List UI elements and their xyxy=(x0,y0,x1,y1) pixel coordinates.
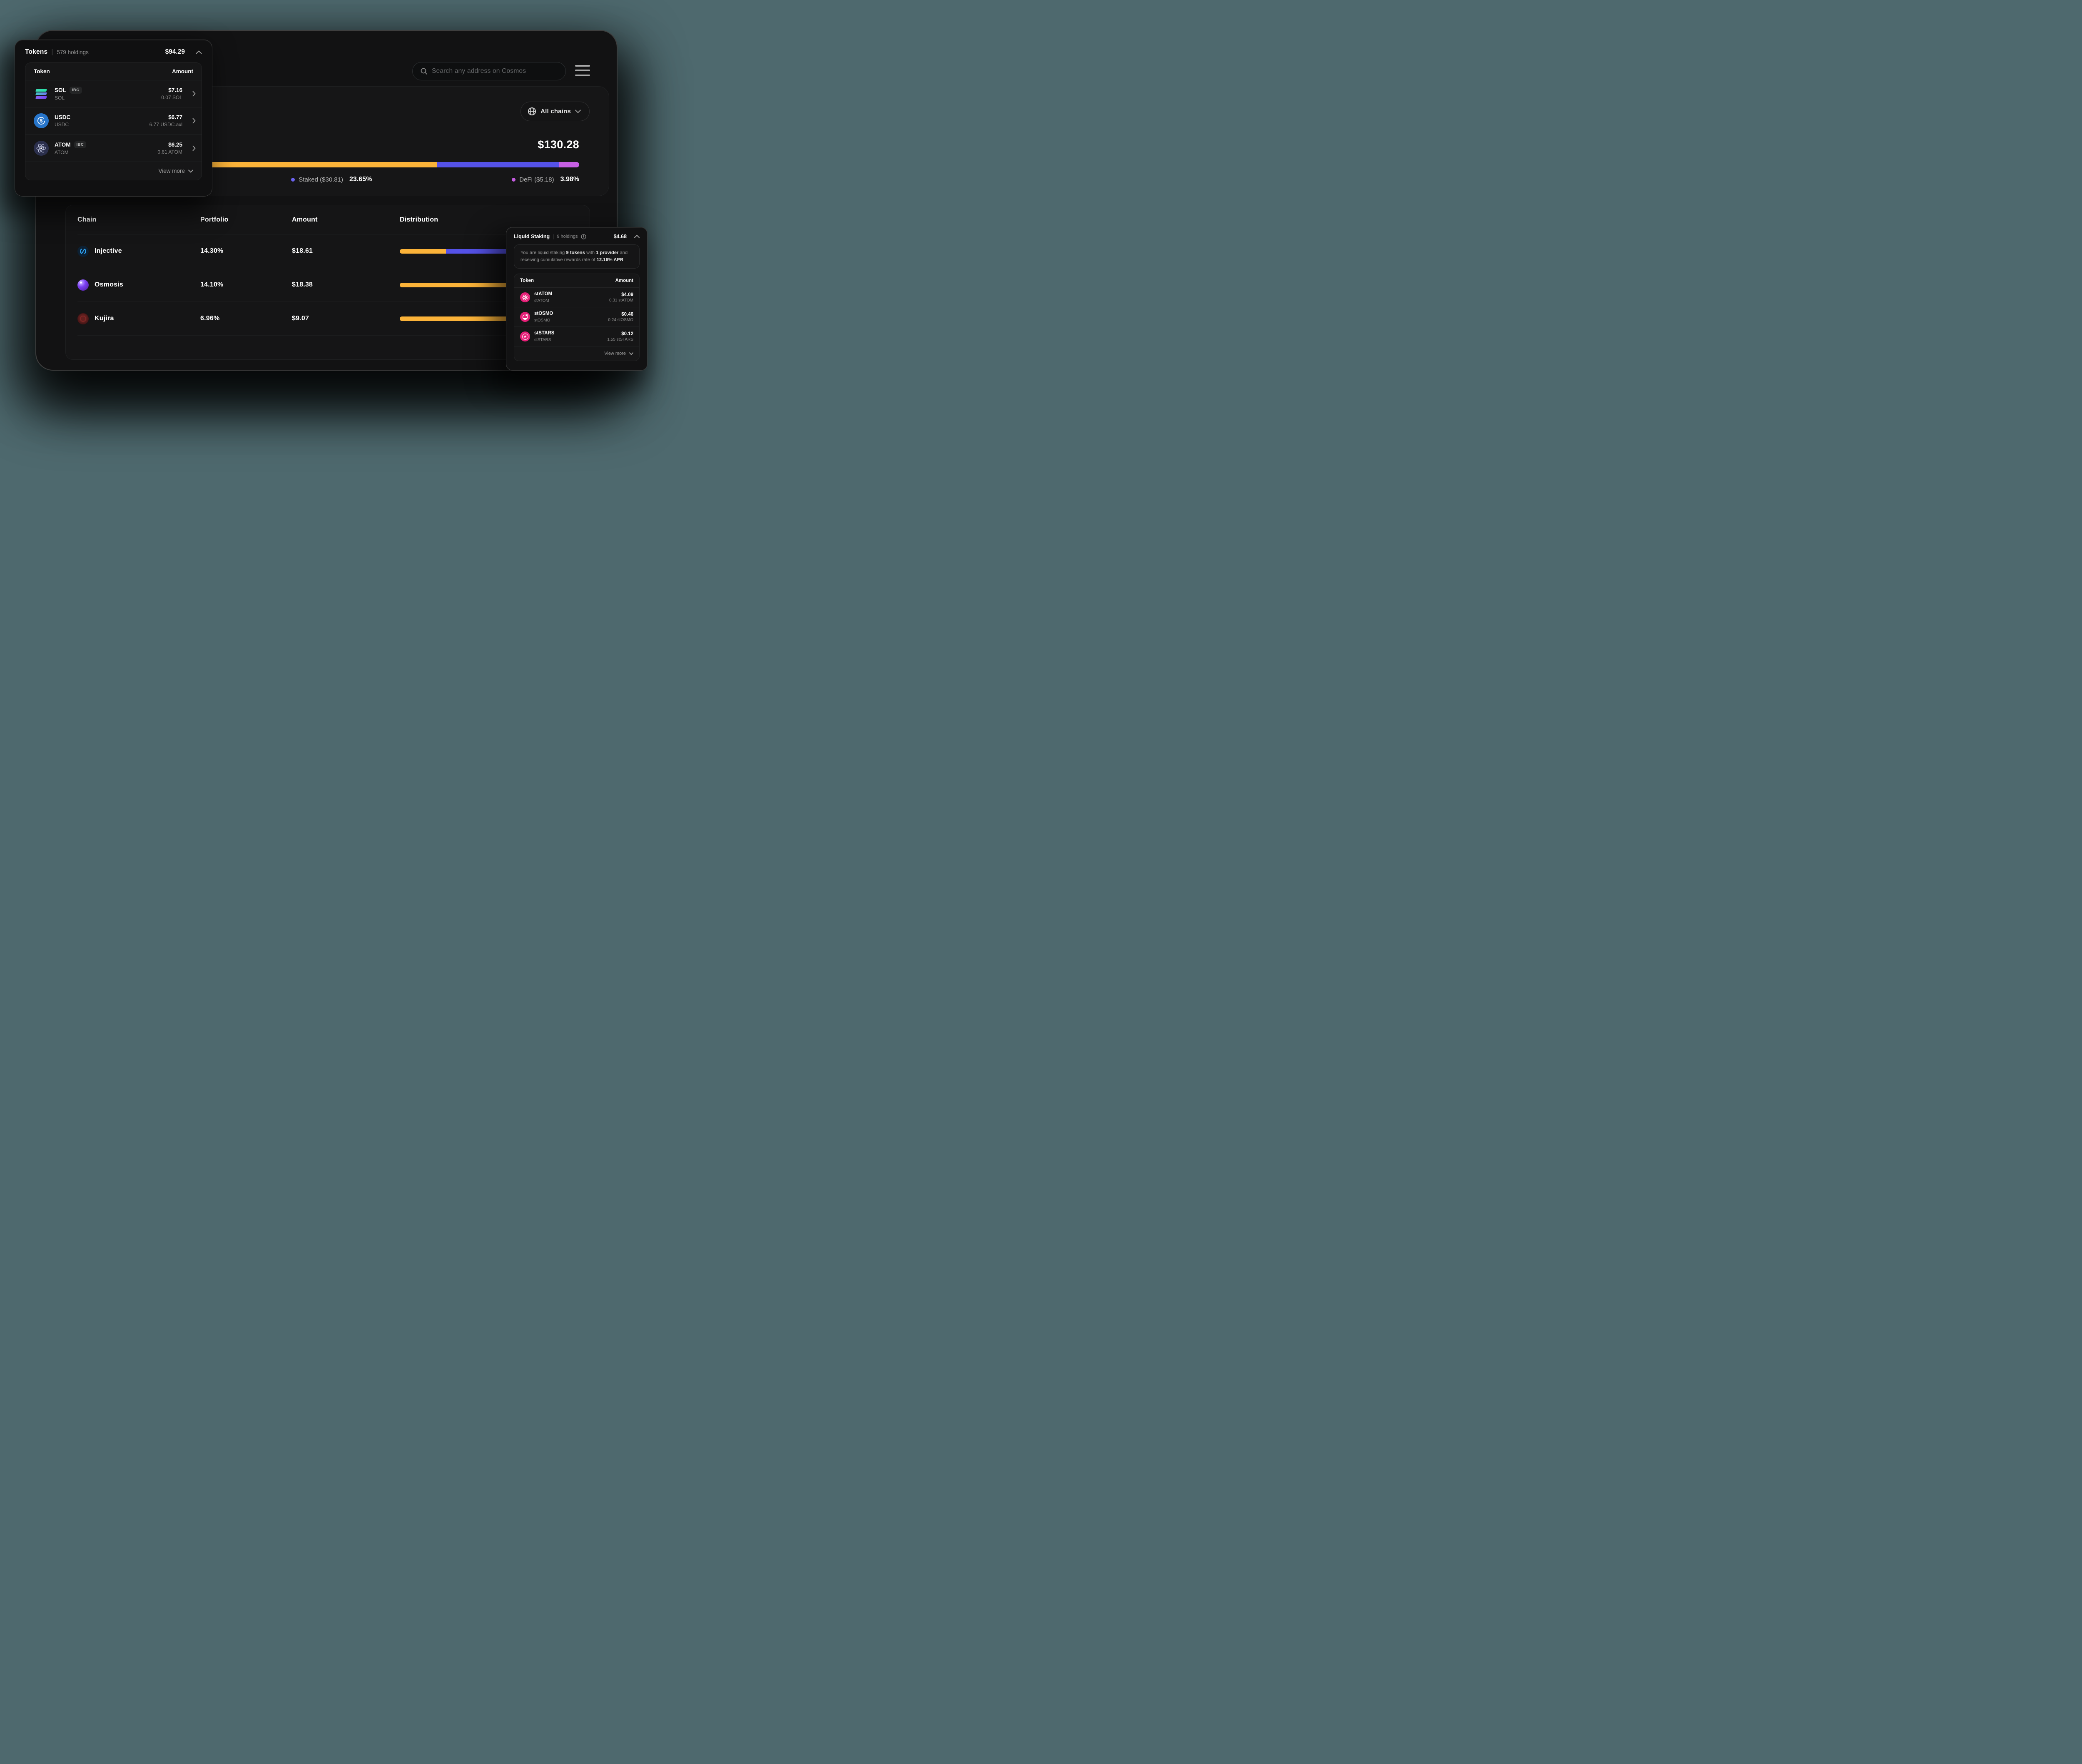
globe-icon xyxy=(528,107,536,116)
injective-chain-icon xyxy=(77,246,89,257)
ibc-badge: IBC xyxy=(70,87,82,94)
tokens-table-header: Token Amount xyxy=(25,63,202,80)
tokens-card-header: Tokens | 579 holdings $94.29 xyxy=(25,48,202,56)
info-icon[interactable] xyxy=(581,234,586,239)
search-placeholder: Search any address on Cosmos xyxy=(432,67,526,75)
collapse-chevron-up-icon[interactable] xyxy=(196,50,202,54)
menu-icon[interactable] xyxy=(575,65,590,76)
table-row-osmosis[interactable]: Osmosis 14.10% $18.38 xyxy=(77,268,578,302)
tokens-card-title: Tokens xyxy=(25,48,47,56)
page-background: Search any address on Cosmos All chains xyxy=(0,0,653,384)
usdc-token-icon: $ xyxy=(34,113,49,128)
search-icon xyxy=(420,67,428,75)
atom-token-icon xyxy=(34,141,49,156)
liquid-staking-total-value: $4.68 xyxy=(614,234,627,239)
search-input[interactable]: Search any address on Cosmos xyxy=(412,62,566,80)
liquid-staking-table-panel: Token Amount stATOM stATOM $ xyxy=(514,274,640,361)
all-chains-dropdown[interactable]: All chains xyxy=(520,102,590,121)
chevron-right-icon xyxy=(192,91,196,97)
chevron-down-icon xyxy=(575,110,581,113)
kujira-chain-icon xyxy=(77,313,89,324)
tokens-table-panel: Token Amount SOL IBC SOL $7.16 0.07 SOL xyxy=(25,62,202,180)
legend-item-defi: DeFi ($5.18) 3.98% xyxy=(512,176,579,183)
tokens-card: Tokens | 579 holdings $94.29 Token Amoun… xyxy=(15,40,212,197)
token-row-ststars[interactable]: ★ stSTARS stSTARS $0.12 1.55 stSTARS xyxy=(514,327,639,346)
table-row-kujira[interactable]: Kujira 6.96% $9.07 xyxy=(77,302,578,336)
token-row-stosmo[interactable]: stOSMO stOSMO $0.46 0.24 stOSMO xyxy=(514,307,639,327)
tokens-holdings-count: 579 holdings xyxy=(57,49,89,55)
liquid-staking-title: Liquid Staking xyxy=(514,234,550,239)
token-row-sol[interactable]: SOL IBC SOL $7.16 0.07 SOL xyxy=(25,80,202,107)
chevron-right-icon xyxy=(192,118,196,124)
token-row-atom[interactable]: ATOM IBC ATOM $6.25 0.61 ATOM xyxy=(25,135,202,162)
liquid-staking-view-more-button[interactable]: View more xyxy=(514,346,639,361)
staked-dot-icon xyxy=(291,178,295,182)
collapse-chevron-up-icon[interactable] xyxy=(634,235,640,238)
svg-text:$: $ xyxy=(40,118,43,124)
token-row-usdc[interactable]: $ USDC USDC $6.77 6.77 USDC.axl xyxy=(25,107,202,135)
stosmo-token-icon xyxy=(520,312,530,322)
liquid-staking-table-header: Token Amount xyxy=(514,274,639,288)
ibc-badge: IBC xyxy=(74,141,87,148)
ststars-token-icon: ★ xyxy=(520,331,530,341)
liquid-staking-header: Liquid Staking | 9 holdings $4.68 xyxy=(514,234,640,239)
token-row-statom[interactable]: stATOM stATOM $4.09 0.31 stATOM xyxy=(514,288,639,307)
liquid-staking-description: You are liquid staking 9 tokens with 1 p… xyxy=(514,244,640,269)
chains-table-header: Chain Portfolio Amount Distribution xyxy=(77,205,578,234)
chevron-right-icon xyxy=(192,145,196,151)
statom-token-icon xyxy=(520,292,530,302)
liquid-staking-holdings-count: 9 holdings xyxy=(557,234,578,239)
table-row-injective[interactable]: Injective 14.30% $18.61 xyxy=(77,234,578,268)
tokens-view-more-button[interactable]: View more xyxy=(25,162,202,180)
sol-token-icon xyxy=(34,86,49,101)
liquid-staking-card: Liquid Staking | 9 holdings $4.68 You ar… xyxy=(506,227,648,371)
portfolio-total-value: $130.28 xyxy=(538,138,579,151)
defi-dot-icon xyxy=(512,178,516,182)
all-chains-label: All chains xyxy=(540,108,571,115)
osmosis-chain-icon xyxy=(77,279,89,291)
tokens-total-value: $94.29 xyxy=(165,48,185,56)
legend-item-staked: Staked ($30.81) 23.65% xyxy=(291,176,372,183)
